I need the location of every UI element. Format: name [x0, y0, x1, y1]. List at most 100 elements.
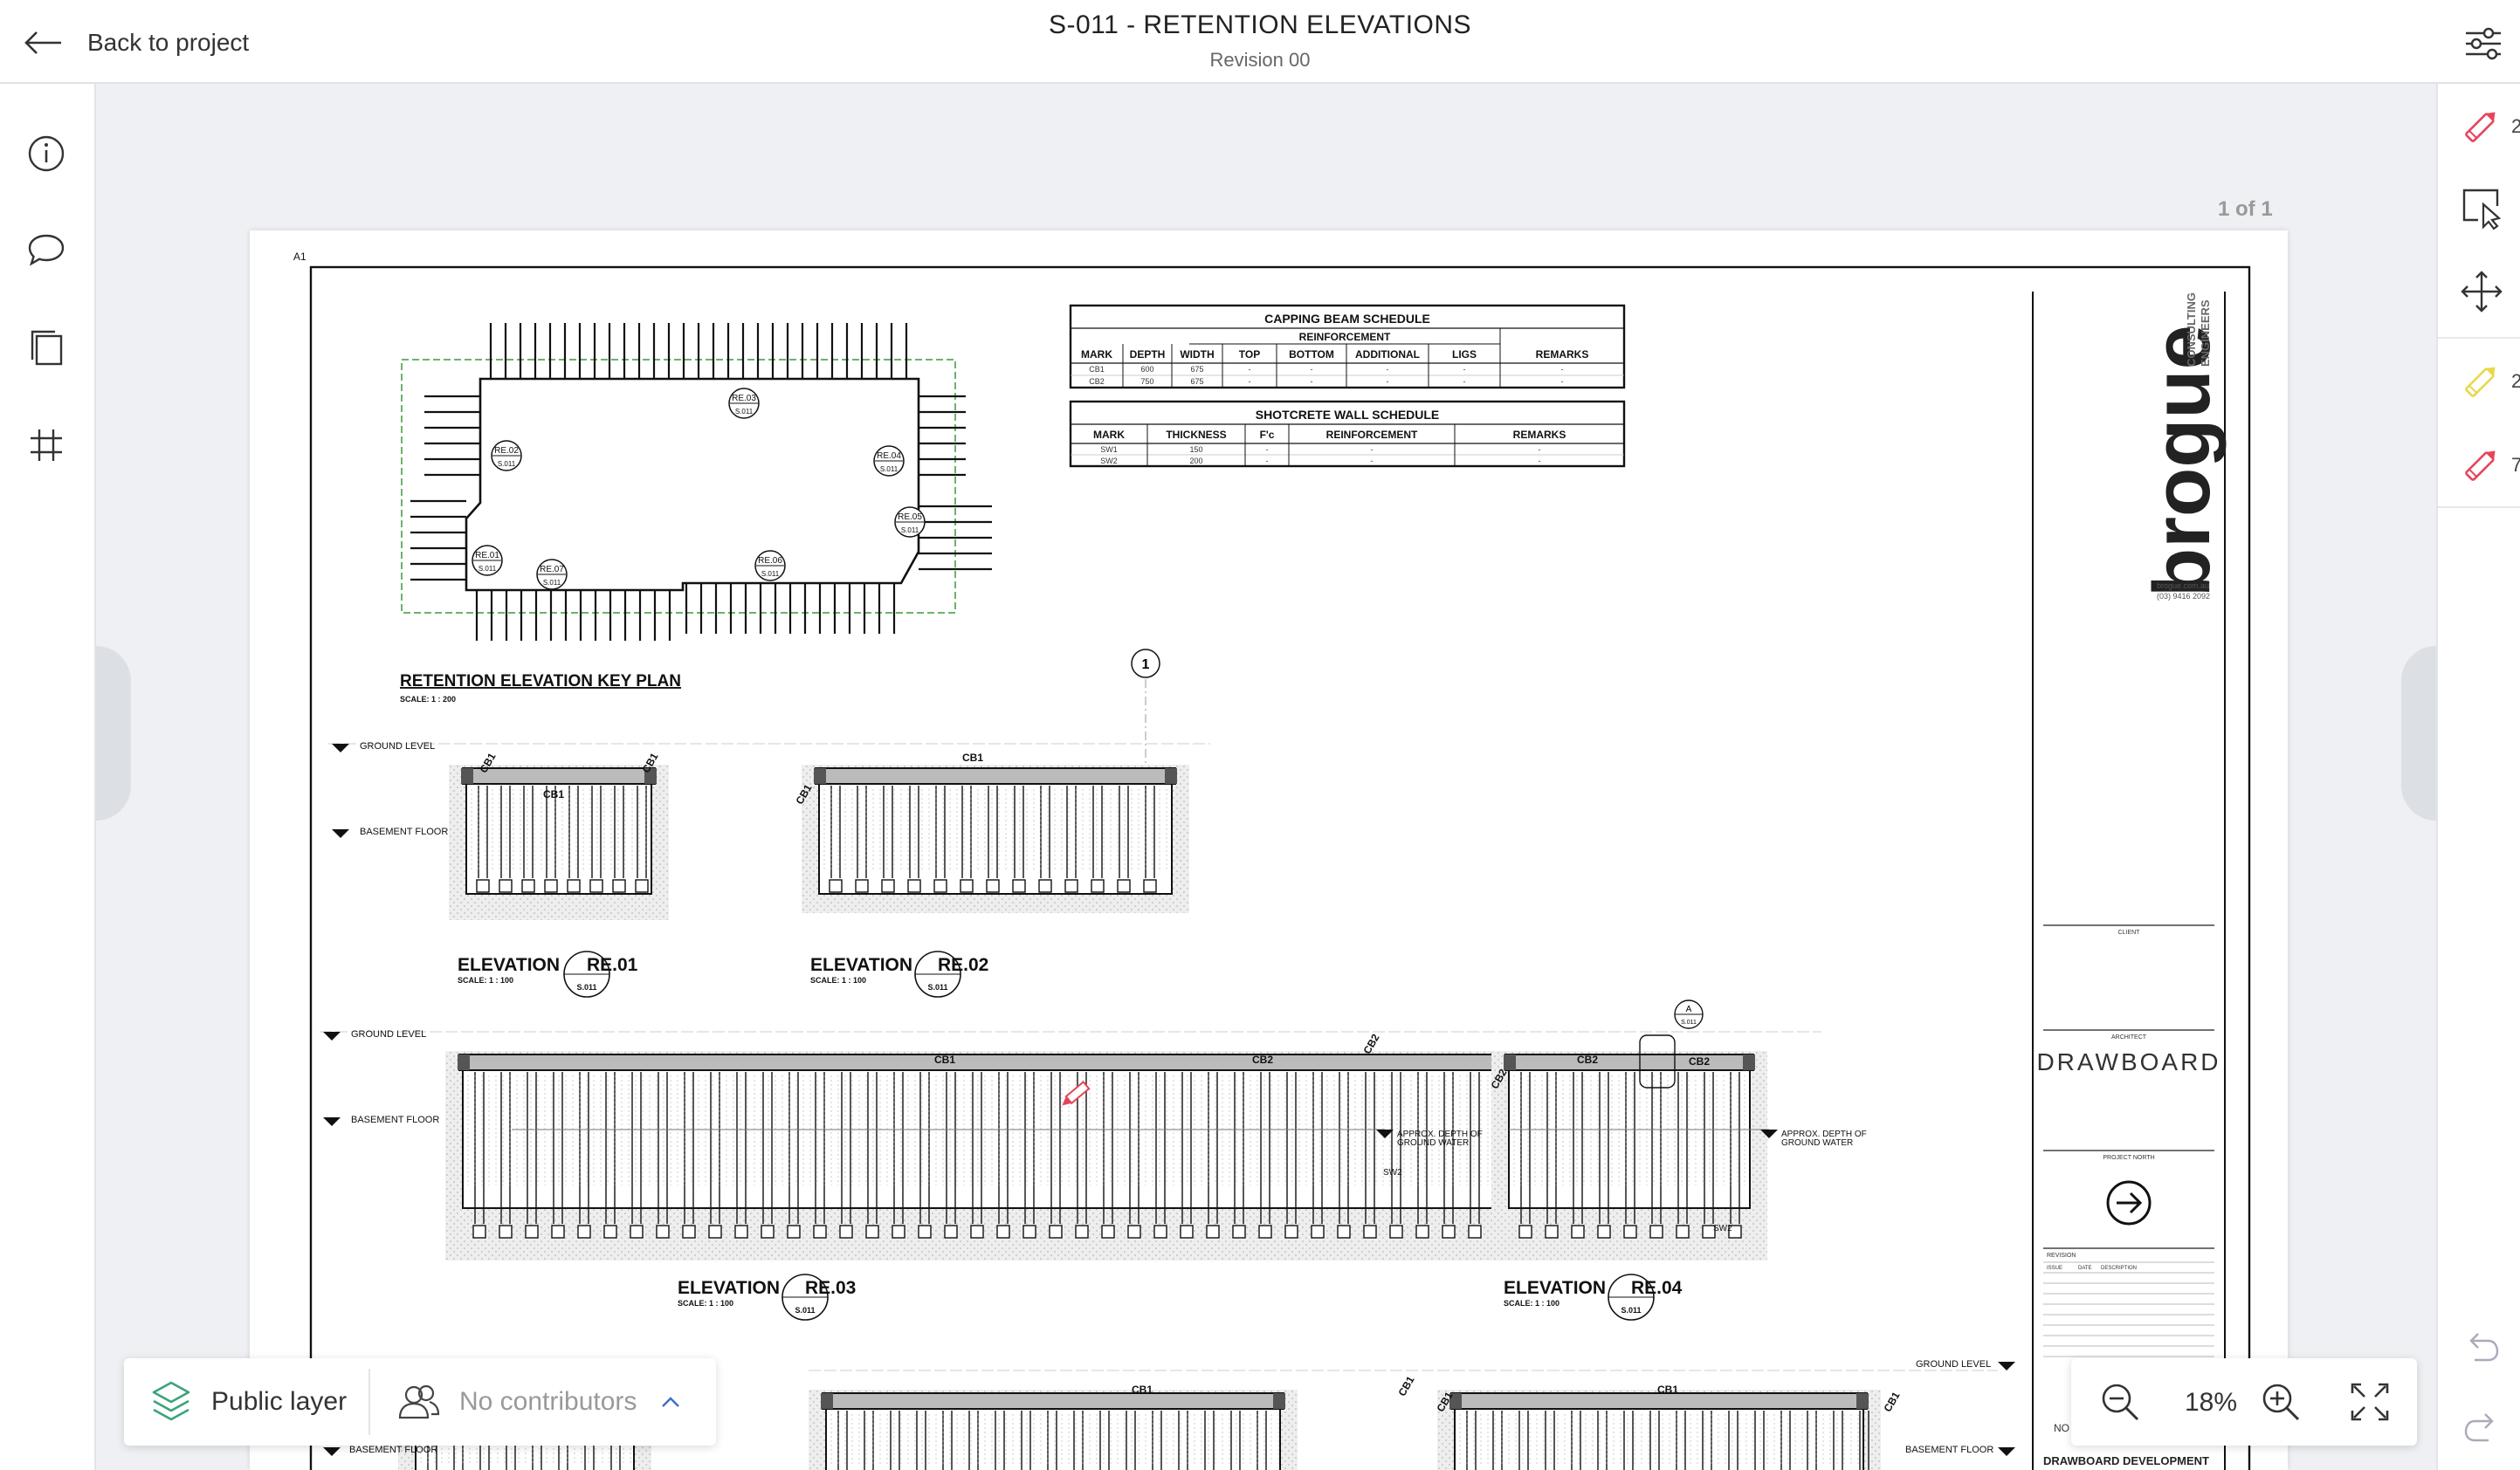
drawing-canvas[interactable]: A1 brogue CONSULTING ENGINEERS brogue.co… — [250, 230, 2288, 1470]
capping-cell: - — [1561, 377, 1564, 386]
contributors-button[interactable]: No contributors — [372, 1358, 716, 1446]
layer-bar: Public layer No contributors — [124, 1358, 716, 1446]
svg-text:SCALE: 1 : 100: SCALE: 1 : 100 — [458, 976, 513, 985]
key-plan-marker: RE.05 S.011 — [894, 506, 926, 538]
zoom-out-icon[interactable] — [2097, 1379, 2143, 1425]
capping-cell: - — [1311, 365, 1313, 374]
shotcrete-col-reinforcement: REINFORCEMENT — [1326, 429, 1418, 441]
title-block-partial-label: NO — [2054, 1422, 2069, 1434]
capping-cell: CB1 — [1089, 365, 1105, 374]
red-pen-markups[interactable]: 2 — [2459, 100, 2520, 152]
shotcrete-cell: - — [1371, 457, 1374, 465]
capping-group: REINFORCEMENT — [1299, 331, 1391, 343]
shotcrete-cell: - — [1539, 457, 1541, 465]
capping-cell: 600 — [1140, 365, 1153, 374]
beam-label: CB1 — [1395, 1374, 1416, 1398]
fit-to-screen-icon[interactable] — [2347, 1379, 2393, 1425]
title-block: brogue CONSULTING ENGINEERS brogue.com.a… — [2032, 292, 2227, 1470]
chevron-up-icon — [662, 1397, 680, 1407]
svg-text:S.011: S.011 — [543, 579, 561, 587]
capping-cell: 675 — [1190, 365, 1203, 374]
beam-label: CB1 — [1657, 1384, 1678, 1396]
yellow-pen-markups[interactable]: 21 — [2459, 354, 2520, 407]
info-icon[interactable] — [25, 133, 67, 175]
markup-count: 2 — [2511, 115, 2520, 137]
svg-text:S.011: S.011 — [880, 465, 899, 473]
move-icon[interactable] — [2459, 269, 2504, 314]
svg-text:S.011: S.011 — [1621, 1306, 1641, 1315]
elevation-title: ELEVATION RE.02 S.011 SCALE: 1 : 100 — [810, 951, 988, 998]
svg-text:S.011: S.011 — [927, 983, 947, 992]
right-toolbar: 2 21 7 — [2436, 84, 2520, 1470]
architect-name: DRAWBOARD — [2036, 1048, 2220, 1075]
next-page-handle[interactable] — [2401, 646, 2436, 821]
key-plan-marker: RE.07 S.011 — [536, 559, 568, 590]
beam-label: CB1 — [934, 1054, 955, 1066]
company-web: brogue.com.au — [2157, 581, 2209, 590]
capping-cell: - — [1463, 365, 1466, 374]
redo-icon[interactable] — [2461, 1405, 2503, 1447]
key-plan-marker: RE.03 S.011 — [728, 388, 760, 419]
svg-text:ELEVATION: ELEVATION — [810, 955, 912, 975]
pages-icon[interactable] — [25, 326, 67, 368]
shotcrete-cell: - — [1371, 445, 1374, 454]
shotcrete-cell: 200 — [1189, 457, 1202, 465]
sw2-label: SW2 — [1383, 1168, 1402, 1178]
drawing-sheet[interactable]: A1 brogue CONSULTING ENGINEERS brogue.co… — [250, 230, 2288, 1470]
grid-icon[interactable] — [25, 424, 67, 466]
select-cursor-icon[interactable] — [2459, 185, 2504, 230]
elevation-title: ELEVATION RE.03 S.011 SCALE: 1 : 100 — [678, 1274, 856, 1321]
filter-settings-icon[interactable] — [2462, 23, 2504, 63]
shotcrete-cell: SW1 — [1100, 445, 1118, 454]
capping-col-remarks: REMARKS — [1536, 348, 1589, 361]
capping-col-width: WIDTH — [1180, 348, 1214, 361]
svg-text:A: A — [1686, 1005, 1692, 1014]
public-layer-button[interactable]: Public layer — [124, 1358, 368, 1446]
revision-col-issue: ISSUE — [2047, 1266, 2062, 1271]
capping-cell: - — [1387, 365, 1389, 374]
capping-cell: - — [1249, 377, 1251, 386]
north-arrow-icon — [2106, 1180, 2152, 1226]
svg-text:RE.06: RE.06 — [758, 556, 782, 566]
elevation-title: ELEVATION RE.04 S.011 SCALE: 1 : 100 — [1504, 1274, 1683, 1321]
ground-water-label-line-2: GROUND WATER — [1781, 1138, 1853, 1148]
capping-title: CAPPING BEAM SCHEDULE — [1264, 312, 1430, 326]
capping-cell: - — [1311, 377, 1313, 386]
comment-icon[interactable] — [25, 229, 67, 271]
company-logo: brogue — [2138, 325, 2227, 597]
document-title-block: S-011 - RETENTION ELEVATIONS Revision 00 — [0, 10, 2520, 72]
svg-text:ELEVATION: ELEVATION — [1504, 1278, 1606, 1298]
beam-label: CB2 — [1577, 1054, 1598, 1066]
ground-level-label: GROUND LEVEL — [360, 741, 435, 752]
company-tag-line-1: CONSULTING — [2185, 292, 2198, 367]
basement-floor-label: BASEMENT FLOOR — [1905, 1445, 1993, 1455]
svg-text:SCALE: 1 : 100: SCALE: 1 : 100 — [1504, 1299, 1560, 1308]
svg-text:S.011: S.011 — [795, 1306, 815, 1315]
capping-cell: 675 — [1190, 377, 1203, 386]
previous-page-handle[interactable] — [96, 646, 131, 821]
zoom-in-icon[interactable] — [2258, 1379, 2303, 1425]
divider — [2438, 506, 2520, 508]
red-pen-markups[interactable]: 7 — [2459, 438, 2520, 491]
undo-icon[interactable] — [2461, 1325, 2503, 1367]
north-label: PROJECT NORTH — [2103, 1155, 2154, 1161]
key-plan-title: RETENTION ELEVATION KEY PLAN — [400, 672, 681, 690]
beam-label: CB1 — [1132, 1384, 1153, 1396]
zoom-level[interactable]: 18% — [2176, 1388, 2246, 1418]
elevation-wall — [1437, 1390, 1881, 1470]
shotcrete-col-fc: F'c — [1260, 429, 1275, 441]
capping-cell: - — [1561, 365, 1564, 374]
capping-beam-schedule: CAPPING BEAM SCHEDULE REINFORCEMENT MARK… — [1069, 304, 1626, 389]
back-to-project-button[interactable]: Back to project — [23, 21, 249, 65]
contributors-icon — [398, 1384, 440, 1419]
capping-cell: 750 — [1140, 377, 1153, 386]
shotcrete-cell: - — [1266, 457, 1269, 465]
revision-col-description: DESCRIPTION — [2101, 1266, 2137, 1271]
beam-label: CB1 — [1881, 1390, 1902, 1414]
capping-col-top: TOP — [1239, 348, 1260, 361]
key-plan: RETENTION ELEVATION KEY PLAN SCALE: 1 : … — [400, 323, 992, 704]
sw2-label: SW2 — [1713, 1224, 1732, 1233]
company-phone: (03) 9416 2092 — [2157, 592, 2210, 601]
beam-label: CB1 — [962, 752, 983, 764]
basement-floor-label: BASEMENT FLOOR — [360, 827, 448, 837]
